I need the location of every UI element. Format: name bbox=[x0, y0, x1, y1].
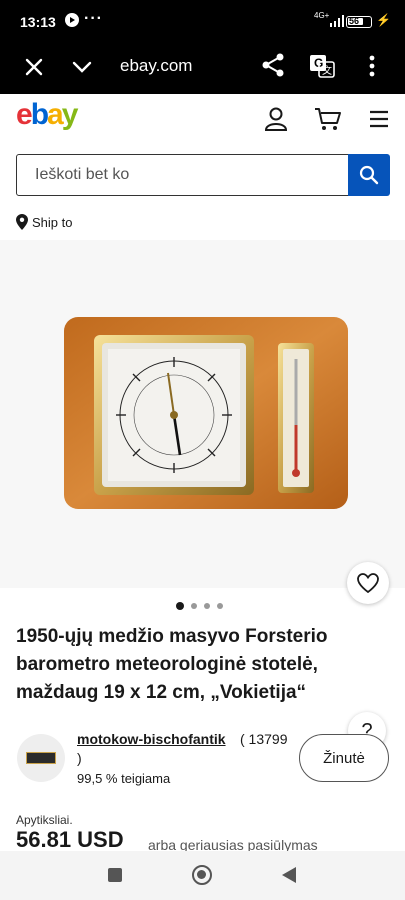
menu-icon[interactable] bbox=[368, 108, 390, 130]
battery-level: 56 bbox=[349, 16, 360, 26]
listing-title: 1950-ųjų medžio masyvo Forsterio baromet… bbox=[16, 626, 328, 703]
search-input[interactable] bbox=[17, 155, 348, 194]
seller-feedback-close: ) bbox=[77, 750, 82, 766]
back-icon[interactable] bbox=[282, 867, 296, 883]
price-approx-label: Apytiksliai. bbox=[16, 813, 73, 827]
network-type: 4G+ bbox=[314, 11, 330, 20]
user-icon[interactable] bbox=[263, 106, 289, 132]
cart-icon[interactable] bbox=[314, 106, 342, 132]
share-icon[interactable] bbox=[260, 52, 286, 78]
seller-feedback-count: ( 13799 bbox=[240, 731, 288, 747]
seller-avatar[interactable] bbox=[17, 734, 65, 782]
more-notifications-icon: ··· bbox=[84, 10, 103, 27]
message-seller-button[interactable]: Žinutė bbox=[299, 734, 389, 782]
price-value: 56.81 USD bbox=[16, 827, 124, 852]
ebay-logo[interactable]: ebay bbox=[16, 98, 78, 132]
pagination-dot[interactable] bbox=[204, 603, 210, 609]
search-button[interactable] bbox=[347, 153, 390, 196]
heart-icon bbox=[357, 573, 379, 593]
close-icon[interactable] bbox=[22, 55, 46, 79]
seller-name-link[interactable]: motokow-bischofantik bbox=[77, 731, 226, 747]
status-bar: 13:13 ··· 4G+ 56 ⚡ bbox=[0, 0, 405, 44]
translate-icon[interactable]: G文 bbox=[308, 52, 336, 80]
recents-icon[interactable] bbox=[108, 868, 122, 882]
more-vertical-icon[interactable] bbox=[362, 52, 382, 80]
browser-toolbar: ebay.com G文 bbox=[0, 44, 405, 94]
search-icon bbox=[359, 165, 378, 184]
product-image[interactable] bbox=[64, 315, 348, 511]
ship-to-label: Ship to bbox=[32, 214, 73, 230]
system-nav-bar bbox=[0, 851, 405, 900]
chevron-down-icon[interactable] bbox=[70, 55, 94, 79]
pagination-dot[interactable] bbox=[176, 602, 184, 610]
pagination-dot[interactable] bbox=[217, 603, 223, 609]
gallery-pagination bbox=[176, 602, 223, 610]
site-header: ebay bbox=[0, 94, 405, 144]
image-gallery[interactable] bbox=[0, 240, 405, 588]
ship-to-link[interactable]: Ship to bbox=[16, 214, 72, 230]
battery-icon: 56 bbox=[346, 16, 372, 28]
pagination-dot[interactable] bbox=[191, 603, 197, 609]
signal-icon bbox=[330, 15, 344, 27]
seller-rating: 99,5 % teigiama bbox=[77, 771, 171, 786]
url-text[interactable]: ebay.com bbox=[120, 56, 192, 76]
location-pin-icon bbox=[16, 214, 28, 230]
home-icon[interactable] bbox=[192, 865, 212, 885]
charging-icon: ⚡ bbox=[376, 13, 391, 27]
search-bar bbox=[16, 153, 390, 196]
status-time: 13:13 bbox=[20, 14, 56, 30]
svg-text:文: 文 bbox=[322, 64, 332, 77]
favorite-button[interactable] bbox=[347, 562, 389, 604]
notification-icon bbox=[65, 13, 79, 27]
